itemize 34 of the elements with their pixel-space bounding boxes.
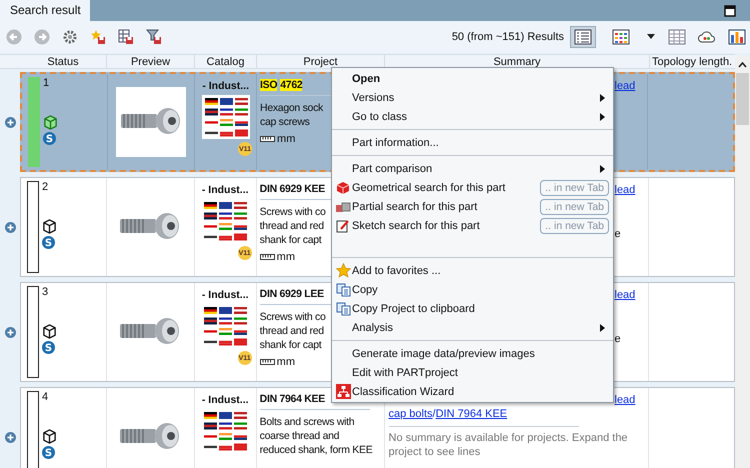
description-line: Bolts and screws with <box>260 415 354 429</box>
row-number: 3 <box>42 286 48 298</box>
unit-label: mm <box>277 133 296 145</box>
summary-text: e <box>614 227 621 241</box>
description-line: shank for capt <box>260 338 322 352</box>
description-line: reduced shank, form KEE <box>260 443 372 457</box>
description-line: thread and red <box>260 324 324 338</box>
unit-label: mm <box>276 356 295 368</box>
catalog-name: - Indust... <box>202 80 249 92</box>
description-line: Screws with co <box>260 310 326 324</box>
row-number: 4 <box>42 391 48 403</box>
catalog-name: - Indust... <box>202 184 249 196</box>
project-title: DIN 6929 KEE <box>260 183 325 195</box>
s-badge-icon: S <box>42 236 55 249</box>
project-title: DIN 7964 KEE <box>260 393 325 405</box>
description-line: Hexagon sock <box>260 101 323 115</box>
catalog-name: - Indust... <box>202 289 249 301</box>
description-line: thread and red <box>260 219 324 233</box>
description-line: Screws with co <box>260 205 326 219</box>
s-badge-icon: S <box>43 132 56 145</box>
row-number: 1 <box>43 77 50 89</box>
description-line: cap screws <box>260 115 310 129</box>
description-line: shank for capt <box>260 233 322 247</box>
row-number: 2 <box>42 181 48 193</box>
unit-label: mm <box>276 251 295 263</box>
path-separator: / <box>432 408 436 420</box>
s-badge-icon: S <box>42 446 55 459</box>
s-badge-icon: S <box>42 341 55 354</box>
result-count: 50 (from ~151) Results <box>452 31 564 43</box>
description-line: coarse thread and <box>260 429 340 443</box>
summary-text: e <box>614 332 621 346</box>
catalog-name: - Indust... <box>202 394 249 406</box>
project-title: DIN 6929 LEE <box>260 288 324 300</box>
summary-note: No summary is available for projects. Expand the project to see lines <box>388 431 629 459</box>
